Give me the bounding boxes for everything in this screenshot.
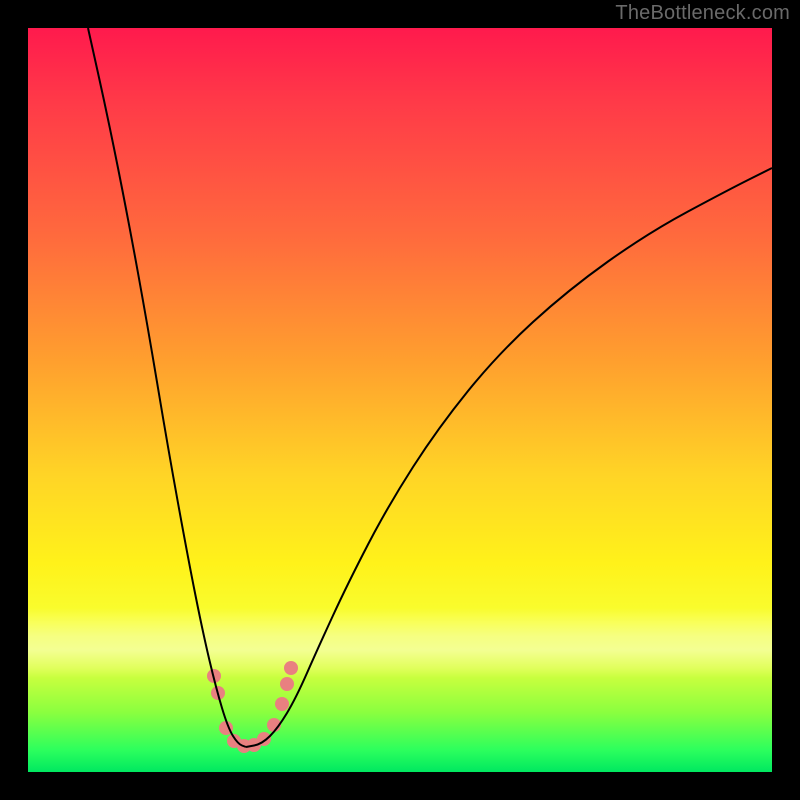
valley-dot xyxy=(280,677,294,691)
valley-dot xyxy=(284,661,298,675)
chart-frame: TheBottleneck.com xyxy=(0,0,800,800)
left-branch-curve xyxy=(88,28,246,747)
curves-svg xyxy=(28,28,772,772)
right-branch-curve xyxy=(246,168,772,747)
valley-dot xyxy=(275,697,289,711)
watermark-text: TheBottleneck.com xyxy=(615,2,790,25)
valley-markers xyxy=(207,661,298,753)
